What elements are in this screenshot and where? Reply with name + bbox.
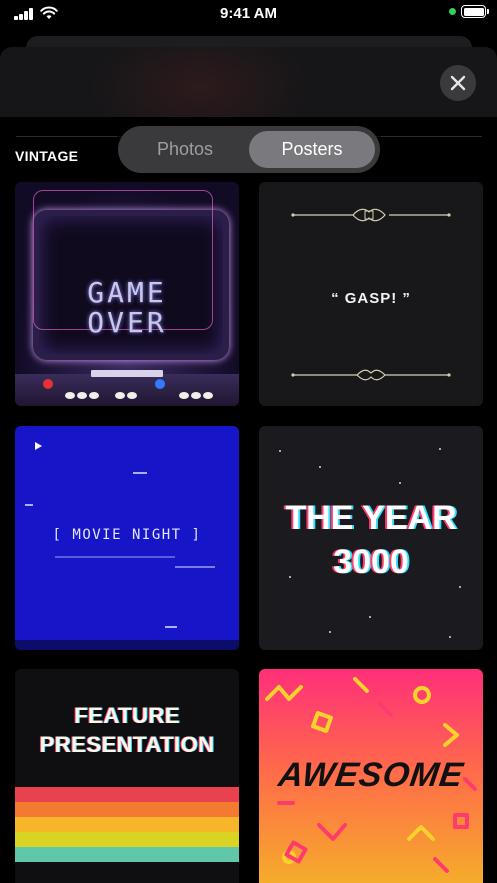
segment-photos[interactable]: Photos <box>123 131 247 168</box>
close-button[interactable] <box>440 65 476 101</box>
scanline <box>55 556 175 558</box>
stripe-teal <box>15 847 239 862</box>
stripe-red <box>15 787 239 802</box>
arcade-button <box>203 392 213 399</box>
ornament-top-icon <box>291 208 451 222</box>
battery-icon <box>461 5 489 18</box>
poster-game-over[interactable]: GAME OVER <box>15 182 239 406</box>
joystick-blue <box>155 379 165 389</box>
status-bar: 9:41 AM <box>0 0 497 28</box>
joystick-red <box>43 379 53 389</box>
poster-movie-night[interactable]: [ MOVIE NIGHT ] <box>15 426 239 650</box>
arcade-button <box>179 392 189 399</box>
tracking-band <box>15 640 239 650</box>
segment-posters[interactable]: Posters <box>249 131 375 168</box>
ornament-bottom-icon <box>291 369 451 381</box>
arcade-button <box>65 392 75 399</box>
arcade-button <box>115 392 125 399</box>
poster-title: THE YEAR 3000 <box>259 496 483 584</box>
section-title: VINTAGE <box>15 148 79 164</box>
poster-title: “ GASP! ” <box>331 290 411 307</box>
poster-the-year-3000[interactable]: THE YEAR 3000 <box>259 426 483 650</box>
arcade-button <box>89 392 99 399</box>
arcade-button <box>191 392 201 399</box>
poster-title-line: 3000 <box>333 543 409 581</box>
arcade-slot <box>91 370 163 377</box>
scanline <box>133 472 147 474</box>
arcade-button <box>127 392 137 399</box>
photos-posters-segmented-control[interactable]: Photos Posters <box>118 126 380 173</box>
scanline <box>175 566 215 568</box>
poster-title: AWESOME <box>276 756 467 794</box>
status-time: 9:41 AM <box>220 5 277 22</box>
stripe-lime <box>15 832 239 847</box>
poster-title-line: FEATURE <box>74 703 180 728</box>
poster-gasp[interactable]: “ GASP! ” <box>259 182 483 406</box>
poster-title-line: THE YEAR <box>285 499 457 537</box>
xmark-icon <box>450 75 466 91</box>
poster-title: [ MOVIE NIGHT ] <box>52 527 202 543</box>
scanline <box>165 626 177 628</box>
stripe-yellow <box>15 817 239 832</box>
scanline <box>25 504 33 506</box>
sheet-header <box>0 47 497 117</box>
poster-title: FEATURE PRESENTATION <box>15 701 239 759</box>
poster-title-line: PRESENTATION <box>39 732 215 757</box>
poster-title-line: GAME <box>87 276 167 309</box>
play-icon <box>35 442 42 450</box>
camera-in-use-indicator <box>449 8 456 15</box>
poster-title-line: OVER <box>87 306 167 339</box>
arcade-button <box>77 392 87 399</box>
poster-awesome[interactable]: AWESOME <box>259 669 483 883</box>
poster-feature-presentation[interactable]: FEATURE PRESENTATION <box>15 669 239 883</box>
stripe-orange <box>15 802 239 817</box>
poster-title: GAME OVER <box>15 278 239 338</box>
